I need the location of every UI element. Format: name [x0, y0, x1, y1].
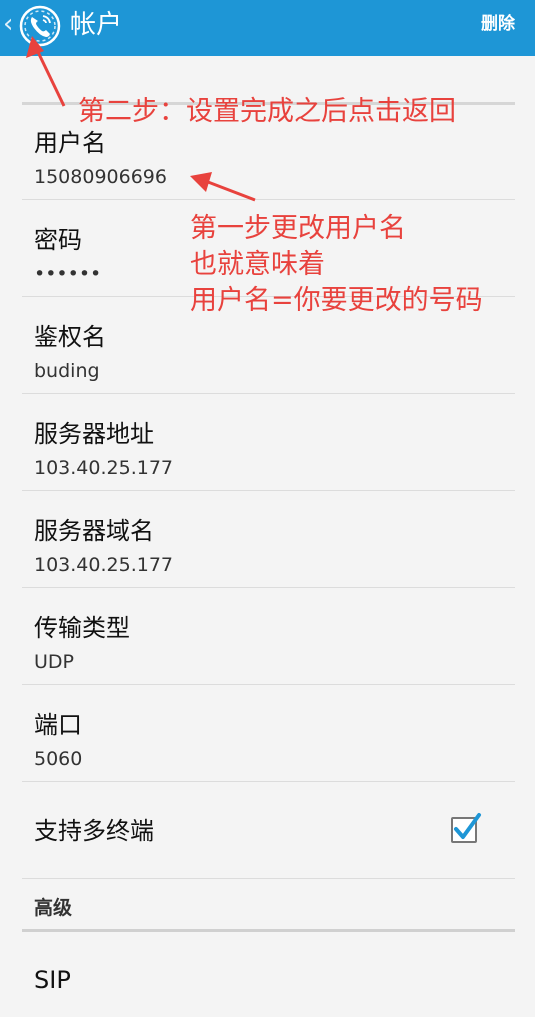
setting-value: 103.40.25.177: [34, 457, 174, 479]
phone-call-icon[interactable]: [18, 4, 62, 48]
setting-label: 鉴权名: [34, 323, 106, 351]
delete-button[interactable]: 删除: [481, 12, 515, 36]
setting-sip[interactable]: SIP: [22, 932, 515, 1017]
annotation-step1-line1: 第一步更改用户名: [190, 213, 406, 244]
setting-label: 服务器地址: [34, 420, 154, 448]
advanced-section-header: 高级: [22, 879, 515, 931]
setting-server-address[interactable]: 服务器地址 103.40.25.177: [22, 394, 515, 491]
setting-value: UDP: [34, 651, 74, 673]
setting-label: 支持多终端: [34, 817, 154, 845]
section-title: 高级: [34, 897, 73, 919]
annotation-step1-line3: 用户名=你要更改的号码: [190, 285, 483, 316]
setting-transport-type[interactable]: 传输类型 UDP: [22, 588, 515, 685]
setting-label: 密码: [34, 226, 82, 254]
annotation-step1-line2: 也就意味着: [190, 249, 325, 280]
checkmark-icon: [454, 813, 481, 839]
multi-terminal-checkbox[interactable]: [451, 813, 481, 843]
setting-value: ••••••: [34, 263, 102, 285]
annotation-step2: 第二步：设置完成之后点击返回: [78, 96, 456, 127]
setting-label: 传输类型: [34, 614, 130, 642]
setting-multi-terminal[interactable]: 支持多终端: [22, 782, 515, 879]
back-chevron-icon[interactable]: ‹: [3, 9, 13, 39]
page-title: 帐户: [70, 10, 123, 40]
setting-value: buding: [34, 360, 100, 382]
setting-server-domain[interactable]: 服务器域名 103.40.25.177: [22, 491, 515, 588]
setting-value: 5060: [34, 748, 83, 770]
setting-value: 103.40.25.177: [34, 554, 174, 576]
setting-label: SIP: [34, 966, 71, 994]
app-bar: ‹ 帐户 删除: [0, 0, 535, 56]
setting-label: 服务器域名: [34, 517, 154, 545]
setting-value: 15080906696: [34, 166, 167, 188]
setting-label: 端口: [34, 711, 82, 739]
setting-port[interactable]: 端口 5060: [22, 685, 515, 782]
account-settings-screen: ‹ 帐户 删除 用户名 15080906696 密码 •••••• 鉴权名 bu…: [0, 0, 535, 1017]
setting-label: 用户名: [34, 129, 106, 157]
